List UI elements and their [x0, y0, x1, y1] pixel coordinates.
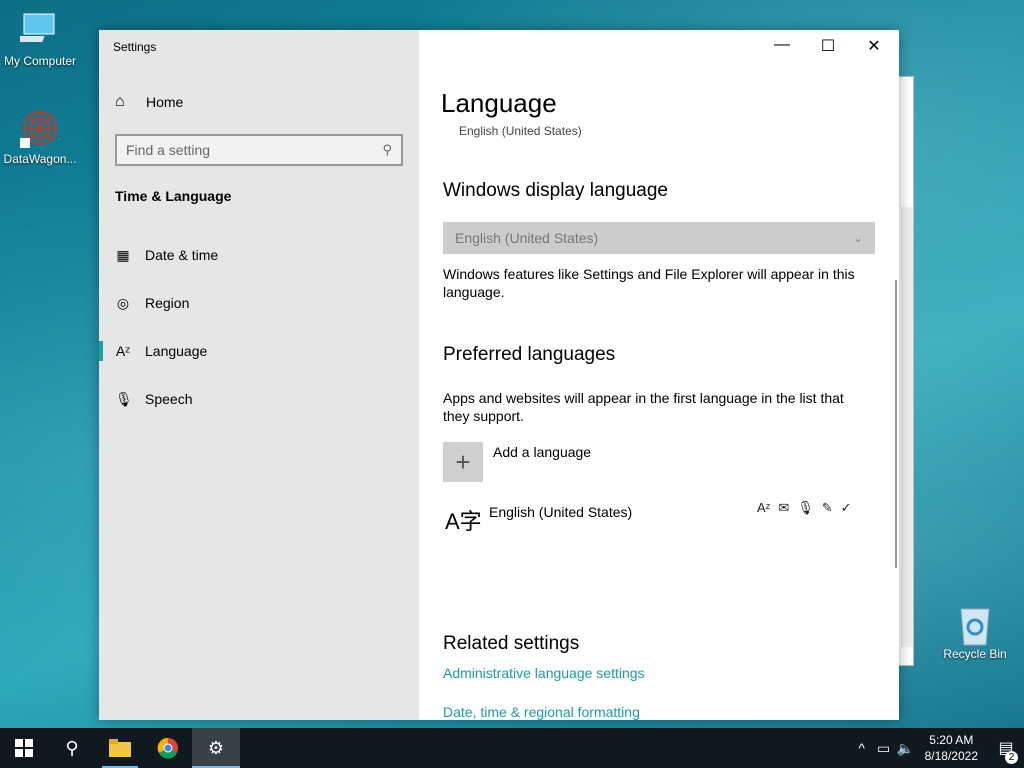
sidebar-item-region[interactable]: ◎ Region	[99, 283, 419, 323]
close-button[interactable]: ✕	[851, 36, 897, 56]
sidebar-item-date-time[interactable]: ▦ Date & time	[99, 235, 419, 275]
window-title: Settings	[113, 40, 157, 54]
search-icon: ⚲	[65, 737, 79, 758]
display-language-description: Windows features like Settings and File …	[443, 266, 855, 300]
background-window[interactable]	[897, 76, 914, 666]
computer-icon	[16, 10, 60, 50]
home-icon: ⌂	[115, 93, 125, 110]
desktop-icon-label: DataWagon...	[3, 152, 77, 166]
datawagon-icon	[20, 108, 60, 148]
taskbar-chrome[interactable]	[144, 728, 192, 768]
desktop-icon-datawagon[interactable]: DataWagon...	[0, 108, 80, 166]
taskbar: ⚲ ⚙ ^ ▭ 🔈 5:20 AM 8/18/2022 ▤ 2	[0, 728, 1024, 768]
related-settings-heading: Related settings	[443, 633, 580, 654]
regional-formatting-link[interactable]: Date, time & regional formatting	[443, 704, 640, 720]
speech-icon: 🎙	[797, 500, 814, 515]
notification-center-button[interactable]: ▤ 2	[988, 738, 1024, 764]
add-language-label[interactable]: Add a language	[493, 444, 591, 460]
network-icon[interactable]: ▭	[873, 740, 895, 757]
clock[interactable]: 5:20 AM 8/18/2022	[925, 732, 978, 764]
sidebar-item-label: Date & time	[145, 247, 219, 263]
notification-badge: 2	[1005, 751, 1018, 764]
chevron-up-icon[interactable]: ^	[851, 740, 873, 756]
search-box[interactable]: ⚲	[115, 134, 403, 166]
settings-window: Settings ⌂ Home ⚲ Time & Language ▦ Date…	[99, 30, 899, 720]
page-subtitle: English (United States)	[459, 124, 582, 138]
microphone-icon: 🎙	[115, 390, 133, 407]
page-title: Language	[441, 88, 557, 118]
handwriting-icon: ✎	[821, 500, 833, 515]
spellcheck-icon: ✓	[840, 500, 852, 515]
language-item-label[interactable]: English (United States)	[489, 504, 632, 520]
clock-date: 8/18/2022	[924, 749, 978, 763]
system-tray: ^ ▭ 🔈 5:20 AM 8/18/2022 ▤ 2	[851, 728, 1024, 768]
main-content: — ☐ ✕ Language English (United States) W…	[419, 30, 899, 720]
nav-home-label: Home	[146, 94, 184, 110]
taskbar-file-explorer[interactable]	[96, 728, 144, 768]
language-icon: Aᶻ	[115, 343, 131, 359]
gear-icon: ⚙	[207, 737, 225, 758]
folder-icon	[109, 739, 131, 757]
minimize-button[interactable]: —	[759, 36, 805, 54]
section-title: Time & Language	[115, 188, 232, 204]
desktop-icon-label: My Computer	[3, 54, 77, 68]
date-time-icon: ▦	[116, 246, 130, 263]
language-feature-icons: Aᶻ ✉ 🎙 ✎ ✓	[757, 500, 852, 516]
desktop-icon-label: Recycle Bin	[943, 647, 1007, 661]
nav-home[interactable]: ⌂ Home	[115, 93, 183, 111]
desktop-icon-my-computer[interactable]: My Computer	[0, 10, 80, 68]
add-language-button[interactable]: +	[443, 442, 483, 482]
dropdown-value: English (United States)	[455, 230, 599, 246]
preferred-languages-description: Apps and websites will appear in the fir…	[443, 390, 844, 424]
volume-icon[interactable]: 🔈	[895, 740, 917, 757]
sidebar: Settings ⌂ Home ⚲ Time & Language ▦ Date…	[99, 30, 419, 720]
plus-icon: +	[455, 446, 471, 477]
display-language-heading: Windows display language	[443, 180, 668, 201]
taskbar-settings[interactable]: ⚙	[192, 728, 240, 768]
search-input[interactable]	[126, 142, 383, 158]
text-to-speech-icon: ✉	[778, 500, 790, 515]
sidebar-item-label: Region	[145, 295, 190, 311]
background-window-scrollbar[interactable]	[901, 207, 913, 647]
chevron-down-icon: ⌄	[852, 231, 863, 245]
sidebar-item-label: Speech	[145, 391, 193, 407]
sidebar-item-label: Language	[145, 343, 208, 359]
display-language-dropdown[interactable]: English (United States) ⌄	[443, 222, 875, 254]
start-button[interactable]	[0, 728, 48, 768]
language-glyph-icon: A字	[445, 509, 482, 534]
preferred-languages-heading: Preferred languages	[443, 344, 616, 365]
clock-time: 5:20 AM	[929, 733, 974, 747]
region-icon: ◎	[116, 294, 130, 311]
maximize-button[interactable]: ☐	[805, 36, 851, 56]
search-button[interactable]: ⚲	[48, 728, 96, 768]
chrome-icon	[157, 737, 178, 759]
sidebar-item-language[interactable]: Aᶻ Language	[99, 331, 419, 371]
search-icon: ⚲	[382, 142, 392, 157]
display-language-icon: Aᶻ	[757, 500, 771, 515]
sidebar-item-speech[interactable]: 🎙 Speech	[99, 379, 419, 419]
desktop-icon-recycle-bin[interactable]: Recycle Bin	[935, 603, 1015, 661]
content-scrollbar[interactable]	[895, 280, 897, 568]
recycle-bin-icon	[955, 603, 995, 646]
admin-language-settings-link[interactable]: Administrative language settings	[443, 665, 645, 681]
windows-logo-icon	[15, 739, 33, 757]
